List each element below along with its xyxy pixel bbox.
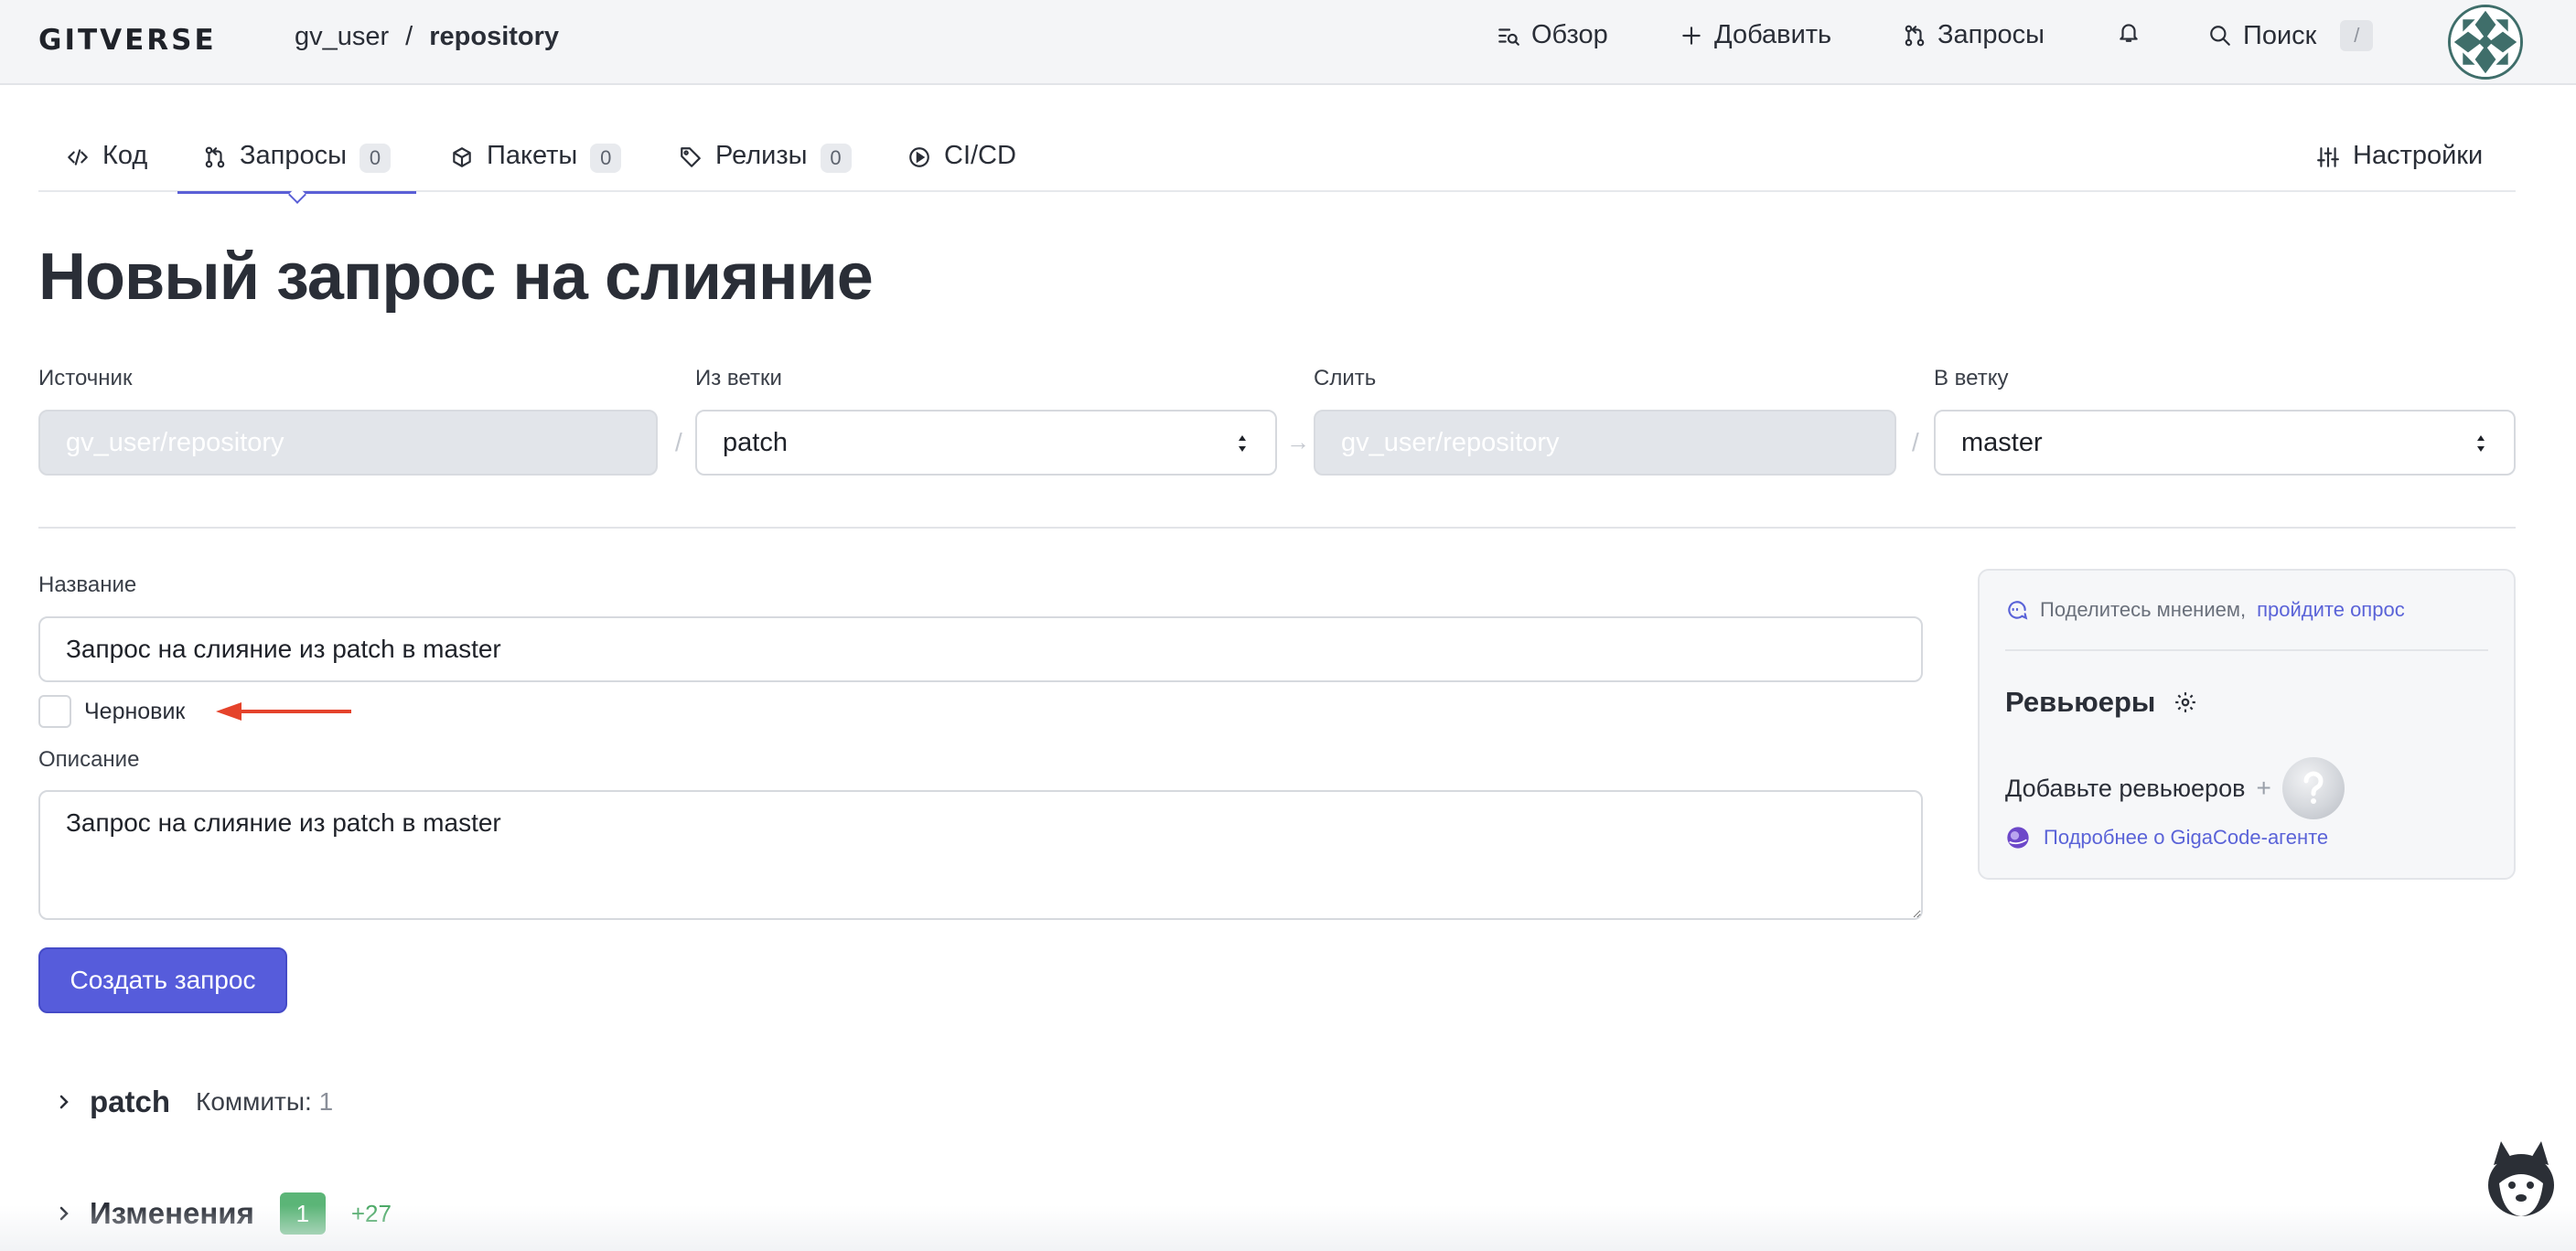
gitverse-logo[interactable]: GITVERSE (38, 24, 217, 57)
branch-separator: / (1912, 428, 1919, 456)
tab-settings-label: Настройки (2353, 141, 2484, 170)
tab-packages-label: Пакеты (487, 141, 578, 170)
survey-text: Поделитесь мнением, (2040, 598, 2247, 621)
commits-section-toggle[interactable]: patch Коммиты: 1 (55, 1085, 333, 1119)
breadcrumb-separator: / (405, 22, 413, 51)
package-icon (453, 147, 471, 167)
overview-icon (1498, 27, 1519, 46)
commits-label: Коммиты: (196, 1087, 312, 1116)
search-icon (2210, 26, 2230, 46)
commits-meta: Коммиты: 1 (196, 1087, 333, 1117)
draft-checkbox[interactable] (38, 695, 71, 728)
play-circle-icon (909, 147, 929, 167)
to-branch-label: В ветку (1934, 366, 2009, 390)
tab-cicd-label: CI/CD (944, 141, 1016, 170)
breadcrumb: gv_user / repository (295, 22, 559, 52)
arrow-right-icon: → (1286, 428, 1310, 455)
pull-request-icon (1905, 25, 1925, 46)
reviewers-title: Ревьюеры (2005, 686, 2156, 718)
gear-icon[interactable] (2174, 690, 2197, 714)
code-icon (68, 149, 88, 166)
add-reviewers-row[interactable]: Добавьте ревьюеров + (2005, 757, 2345, 819)
divider (38, 527, 2516, 529)
target-repo-field: gv_user/repository (1314, 410, 1896, 476)
description-textarea[interactable]: Запрос на слияние из patch в master (38, 790, 1923, 920)
top-bar: GITVERSE gv_user / repository Обзор Доба… (0, 0, 2576, 85)
annotation-arrow-icon (216, 702, 351, 721)
chevron-up-down-icon (2477, 435, 2485, 452)
question-mark-icon (2303, 771, 2324, 804)
source-repo-field: gv_user/repository (38, 410, 658, 476)
tab-code[interactable]: Код (66, 141, 147, 192)
repo-tabs: Код Запросы 0 Пакеты 0 Релизы 0 CI/CD На… (38, 128, 2516, 194)
tab-packages-count: 0 (590, 144, 622, 173)
add-reviewer-plus[interactable]: + (2256, 774, 2270, 803)
tab-releases-count: 0 (820, 144, 852, 173)
assistant-mascot-icon[interactable] (2481, 1138, 2561, 1225)
from-branch-value: patch (723, 427, 788, 457)
chevron-up-down-icon (1239, 435, 1246, 452)
title-input[interactable] (38, 616, 1923, 682)
commits-branch-name: patch (90, 1085, 171, 1118)
gigacode-row[interactable]: Подробнее о GigaCode-агенте (2005, 825, 2328, 850)
tag-icon (681, 147, 701, 167)
tab-code-label: Код (102, 141, 148, 170)
search-shortcut-badge: / (2340, 20, 2374, 51)
add-reviewers-label: Добавьте ревьюеров (2005, 774, 2246, 802)
survey-row: Поделитесь мнением, пройдите опрос (2005, 598, 2405, 622)
user-avatar[interactable] (2448, 5, 2523, 80)
tab-releases-label: Релизы (715, 141, 808, 170)
create-request-button[interactable]: Создать запрос (38, 947, 287, 1013)
title-label: Название (38, 572, 137, 597)
from-branch-select[interactable]: patch (695, 410, 1277, 476)
draft-label: Черновик (84, 699, 186, 724)
plus-icon (1682, 26, 1701, 45)
gigacode-link: Подробнее о GigaCode-агенте (2044, 826, 2329, 849)
pull-request-icon (205, 146, 225, 168)
feedback-icon (2008, 601, 2028, 620)
card-divider (2005, 649, 2488, 651)
merge-label: Слить (1314, 366, 1377, 390)
page-title: Новый запрос на слияние (38, 241, 874, 314)
sidebar-card: Поделитесь мнением, пройдите опрос Ревью… (1978, 569, 2516, 880)
nav-requests[interactable]: Запросы (1903, 20, 2045, 50)
tab-requests-label: Запросы (240, 141, 347, 170)
gigacode-icon (2007, 827, 2029, 849)
breadcrumb-user[interactable]: gv_user (295, 22, 389, 52)
nav-overview-label: Обзор (1531, 20, 1608, 49)
nav-overview[interactable]: Обзор (1497, 20, 1608, 50)
avatar-pattern-icon (2451, 7, 2520, 77)
description-label: Описание (38, 747, 140, 772)
source-label: Источник (38, 366, 133, 390)
nav-add-label: Добавить (1714, 20, 1832, 49)
tab-releases[interactable]: Релизы 0 (679, 141, 852, 192)
search-button[interactable]: Поиск / (2208, 20, 2374, 51)
to-branch-select[interactable]: master (1934, 410, 2516, 476)
to-branch-value: master (1961, 427, 2043, 457)
search-label: Поиск (2243, 20, 2317, 50)
notifications-button[interactable] (2117, 20, 2141, 44)
nav-add[interactable]: Добавить (1680, 20, 1831, 50)
tab-requests-count: 0 (359, 144, 391, 173)
reviewers-header: Ревьюеры (2005, 686, 2197, 719)
tab-packages[interactable]: Пакеты 0 (450, 141, 622, 192)
settings-sliders-icon (2317, 147, 2339, 167)
branch-separator: / (675, 428, 682, 456)
bottom-fade (0, 1205, 2576, 1251)
chevron-right-icon (59, 1095, 69, 1109)
reviewer-placeholder-avatar[interactable] (2281, 757, 2345, 819)
tab-settings[interactable]: Настройки (2316, 141, 2483, 192)
tab-cicd[interactable]: CI/CD (907, 141, 1016, 192)
commits-count: 1 (318, 1087, 334, 1116)
nav-requests-label: Запросы (1937, 20, 2045, 49)
breadcrumb-repo[interactable]: repository (429, 22, 559, 52)
tab-requests[interactable]: Запросы 0 (177, 141, 416, 194)
from-branch-label: Из ветки (695, 366, 782, 390)
survey-link[interactable]: пройдите опрос (2257, 598, 2405, 622)
bell-icon (2120, 24, 2138, 42)
